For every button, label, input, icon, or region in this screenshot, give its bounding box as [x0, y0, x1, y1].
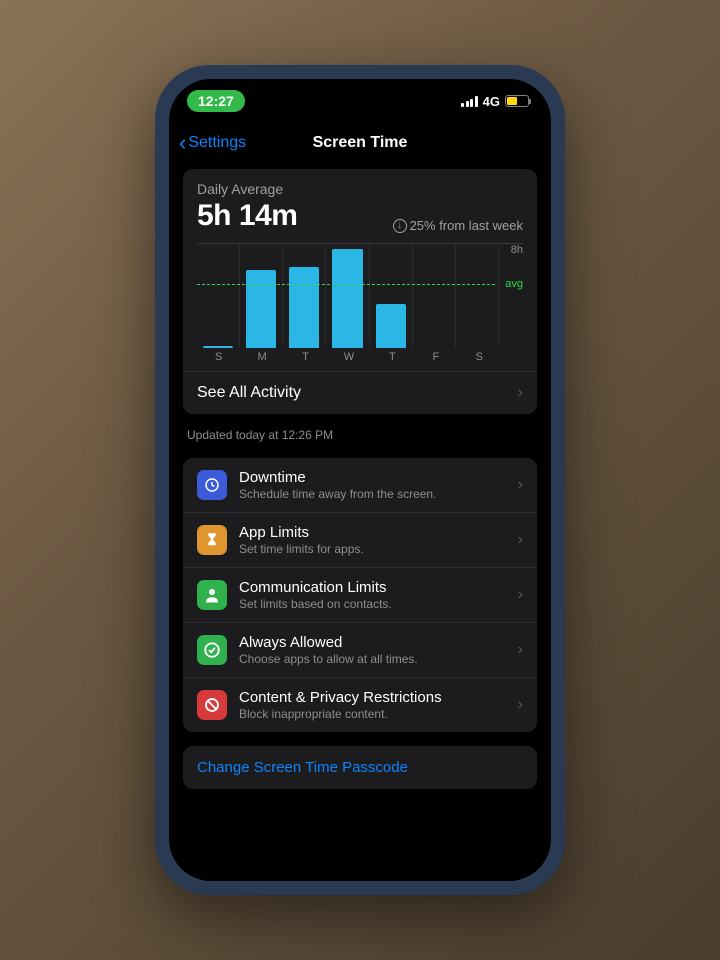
setting-title: Downtime	[239, 469, 506, 486]
change-passcode-label: Change Screen Time Passcode	[197, 759, 408, 776]
x-tick: F	[414, 351, 457, 363]
phone-screen: 12:27 4G ‹ Settings Screen Time Daily Av…	[169, 79, 551, 881]
see-all-label: See All Activity	[197, 384, 518, 402]
chart-bar-slot	[413, 244, 456, 348]
setting-row-block[interactable]: Content & Privacy RestrictionsBlock inap…	[183, 677, 537, 732]
setting-text: Content & Privacy RestrictionsBlock inap…	[239, 689, 506, 721]
person-icon	[197, 580, 227, 610]
network-label: 4G	[483, 94, 500, 109]
daily-average-label: Daily Average	[197, 181, 523, 197]
chart-bar-slot	[197, 244, 240, 348]
status-time-pill: 12:27	[187, 90, 245, 112]
signal-icon	[461, 96, 478, 107]
status-right: 4G	[461, 94, 529, 109]
setting-title: App Limits	[239, 524, 506, 541]
chevron-right-icon: ›	[518, 384, 523, 402]
setting-subtitle: Set limits based on contacts.	[239, 597, 506, 611]
change-passcode-button[interactable]: Change Screen Time Passcode	[183, 746, 537, 789]
setting-title: Communication Limits	[239, 579, 506, 596]
arrow-down-circle-icon: ↓	[393, 219, 407, 233]
avg-line	[197, 284, 495, 285]
chart-bar-slot	[370, 244, 413, 348]
chart-bar	[203, 346, 233, 348]
setting-text: App LimitsSet time limits for apps.	[239, 524, 506, 556]
chart-bar	[332, 249, 362, 348]
nav-bar: ‹ Settings Screen Time	[169, 123, 551, 163]
chevron-right-icon: ›	[518, 696, 523, 714]
chart-bar-slot	[240, 244, 283, 348]
chevron-right-icon: ›	[518, 531, 523, 549]
chart-bar-slot	[456, 244, 499, 348]
x-tick: S	[458, 351, 501, 363]
setting-text: DowntimeSchedule time away from the scre…	[239, 469, 506, 501]
avg-label: avg	[505, 278, 523, 290]
setting-title: Content & Privacy Restrictions	[239, 689, 506, 706]
chart-bar-slot	[283, 244, 326, 348]
setting-title: Always Allowed	[239, 634, 506, 651]
setting-subtitle: Block inappropriate content.	[239, 707, 506, 721]
chevron-right-icon: ›	[518, 586, 523, 604]
check-icon	[197, 635, 227, 665]
page-title: Screen Time	[313, 134, 408, 152]
summary-card: Daily Average 5h 14m ↓ 25% from last wee…	[183, 169, 537, 414]
setting-row-check[interactable]: Always AllowedChoose apps to allow at al…	[183, 622, 537, 677]
setting-subtitle: Choose apps to allow at all times.	[239, 652, 506, 666]
x-tick: T	[371, 351, 414, 363]
content: Daily Average 5h 14m ↓ 25% from last wee…	[169, 163, 551, 881]
downtime-icon	[197, 470, 227, 500]
x-tick: W	[327, 351, 370, 363]
setting-subtitle: Set time limits for apps.	[239, 542, 506, 556]
x-axis: SMTWTFS	[197, 351, 523, 363]
chart-bar-slot	[326, 244, 369, 348]
block-icon	[197, 690, 227, 720]
hourglass-icon	[197, 525, 227, 555]
chart-bar	[376, 304, 406, 348]
x-tick: M	[240, 351, 283, 363]
trend: ↓ 25% from last week	[393, 218, 523, 233]
settings-list: DowntimeSchedule time away from the scre…	[183, 458, 537, 732]
notch	[275, 79, 445, 107]
back-button[interactable]: ‹ Settings	[179, 132, 246, 154]
back-label: Settings	[188, 134, 246, 152]
chart-bar	[246, 270, 276, 348]
chevron-right-icon: ›	[518, 476, 523, 494]
setting-row-downtime[interactable]: DowntimeSchedule time away from the scre…	[183, 458, 537, 512]
phone-case: 12:27 4G ‹ Settings Screen Time Daily Av…	[155, 65, 565, 895]
chevron-left-icon: ‹	[179, 132, 186, 154]
chevron-right-icon: ›	[518, 641, 523, 659]
setting-row-person[interactable]: Communication LimitsSet limits based on …	[183, 567, 537, 622]
y-tick-8h: 8h	[511, 244, 523, 256]
x-tick: S	[197, 351, 240, 363]
setting-subtitle: Schedule time away from the screen.	[239, 487, 506, 501]
updated-label: Updated today at 12:26 PM	[183, 422, 537, 458]
setting-text: Always AllowedChoose apps to allow at al…	[239, 634, 506, 666]
usage-chart: 8h avg	[197, 243, 523, 348]
trend-text: 25% from last week	[410, 218, 523, 233]
setting-row-hourglass[interactable]: App LimitsSet time limits for apps. ›	[183, 512, 537, 567]
daily-average-value: 5h 14m	[197, 199, 297, 233]
setting-text: Communication LimitsSet limits based on …	[239, 579, 506, 611]
battery-icon	[505, 95, 529, 107]
chart-bar	[289, 267, 319, 348]
x-tick: T	[284, 351, 327, 363]
see-all-activity-row[interactable]: See All Activity ›	[183, 371, 537, 414]
